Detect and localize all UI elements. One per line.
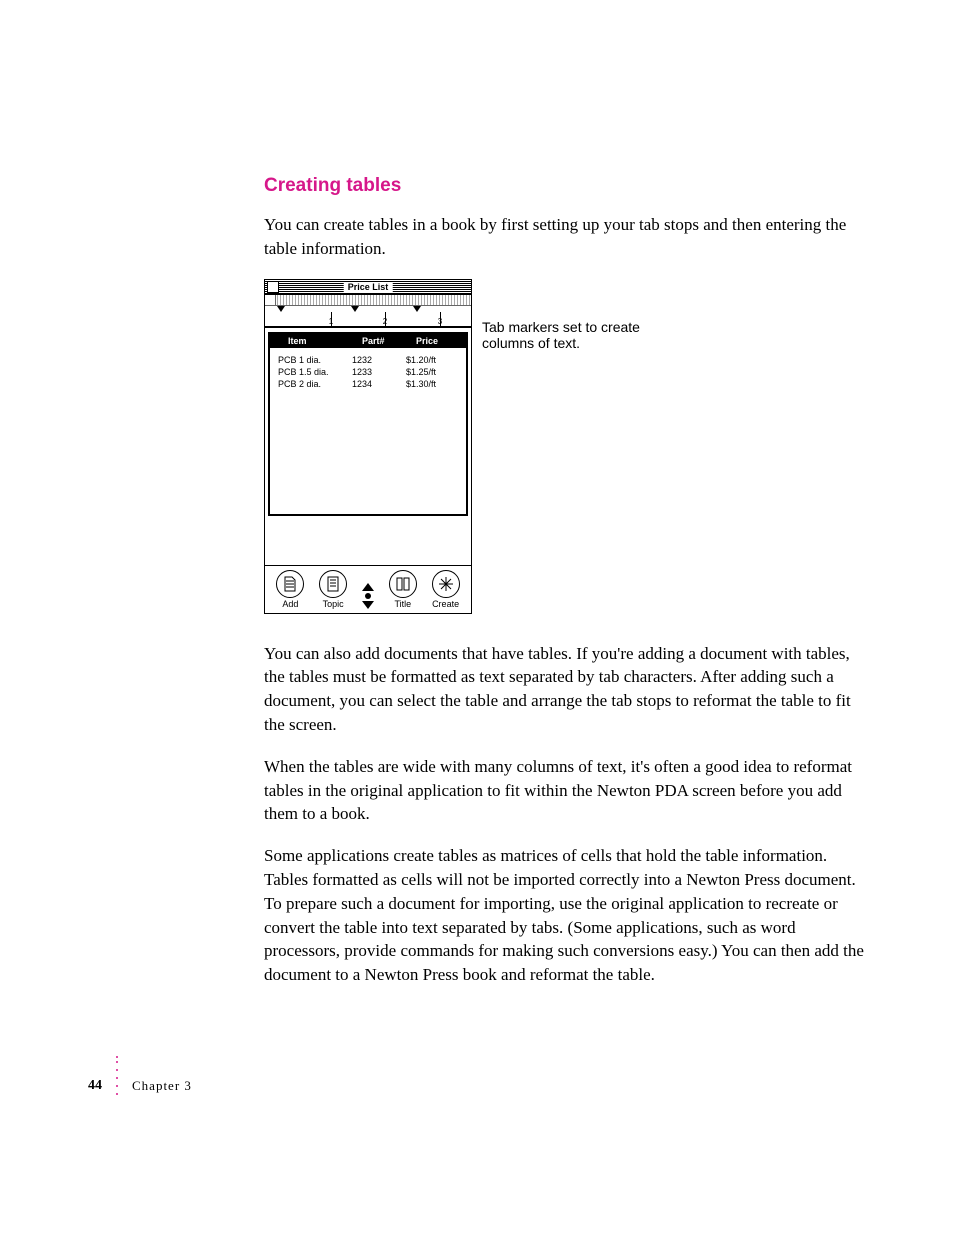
tab-marker-icon[interactable] bbox=[413, 306, 421, 312]
cell-price: $1.20/ft bbox=[406, 354, 456, 366]
ruler-label: 1 bbox=[329, 317, 333, 326]
section-heading: Creating tables bbox=[264, 175, 864, 197]
figure-row: Price List 1 2 3 bbox=[264, 279, 864, 614]
create-icon bbox=[432, 570, 460, 598]
figure-caption: Tab markers set to create columns of tex… bbox=[482, 319, 652, 351]
ruler-label: 2 bbox=[383, 317, 387, 326]
add-button[interactable]: Add bbox=[276, 570, 304, 609]
cell-item: PCB 2 dia. bbox=[270, 378, 352, 390]
arrow-up-icon[interactable] bbox=[362, 583, 374, 591]
toolbar-label: Create bbox=[432, 600, 460, 609]
topic-button[interactable]: Topic bbox=[319, 570, 347, 609]
tab-marker-icon[interactable] bbox=[351, 306, 359, 312]
paragraph: When the tables are wide with many colum… bbox=[264, 755, 864, 826]
arrow-down-icon[interactable] bbox=[362, 601, 374, 609]
toolbar-label: Topic bbox=[319, 600, 347, 609]
cell-price: $1.25/ft bbox=[406, 366, 456, 378]
window-title: Price List bbox=[344, 282, 393, 292]
footer-dots-icon bbox=[116, 1056, 118, 1095]
toolbar-label: Add bbox=[276, 600, 304, 609]
cell-part: 1232 bbox=[352, 354, 406, 366]
cell-part: 1234 bbox=[352, 378, 406, 390]
chapter-label: Chapter 3 bbox=[132, 1078, 192, 1094]
paragraph-intro: You can create tables in a book by first… bbox=[264, 213, 864, 261]
table-header-part: Part# bbox=[362, 336, 416, 346]
cell-price: $1.30/ft bbox=[406, 378, 456, 390]
close-box-icon[interactable] bbox=[267, 281, 279, 293]
table-header-item: Item bbox=[270, 336, 362, 346]
tab-marker-icon[interactable] bbox=[277, 306, 285, 312]
page-footer: 44 Chapter 3 bbox=[88, 1066, 192, 1105]
book-icon bbox=[389, 570, 417, 598]
paragraph: Some applications create tables as matri… bbox=[264, 844, 864, 987]
document-icon bbox=[276, 570, 304, 598]
toolbar-label: Title bbox=[389, 600, 417, 609]
device-window: Price List 1 2 3 bbox=[264, 279, 472, 614]
document-area: Item Part# Price PCB 1 dia. 1232 $1.20/f… bbox=[265, 327, 471, 565]
toolbar: Add Topic bbox=[265, 565, 471, 613]
paragraph: You can also add documents that have tab… bbox=[264, 642, 864, 737]
table-row: PCB 2 dia. 1234 $1.30/ft bbox=[270, 378, 466, 390]
create-button[interactable]: Create bbox=[432, 570, 460, 609]
ruler-ticks: 1 2 3 bbox=[265, 306, 471, 326]
table-header-row: Item Part# Price bbox=[270, 334, 466, 348]
spinner-dot-icon bbox=[365, 593, 371, 599]
ruler-label: 3 bbox=[438, 317, 442, 326]
page-number: 44 bbox=[88, 1078, 102, 1094]
table-row: PCB 1.5 dia. 1233 $1.25/ft bbox=[270, 366, 466, 378]
title-button[interactable]: Title bbox=[389, 570, 417, 609]
page-spinner[interactable] bbox=[362, 581, 374, 609]
cell-item: PCB 1.5 dia. bbox=[270, 366, 352, 378]
cell-item: PCB 1 dia. bbox=[270, 354, 352, 366]
table-body: PCB 1 dia. 1232 $1.20/ft PCB 1.5 dia. 12… bbox=[270, 348, 466, 390]
ruler: 1 2 3 bbox=[265, 295, 471, 327]
table-header-price: Price bbox=[416, 336, 466, 346]
table-row: PCB 1 dia. 1232 $1.20/ft bbox=[270, 354, 466, 366]
topic-icon bbox=[319, 570, 347, 598]
cell-part: 1233 bbox=[352, 366, 406, 378]
window-titlebar: Price List bbox=[265, 280, 471, 295]
